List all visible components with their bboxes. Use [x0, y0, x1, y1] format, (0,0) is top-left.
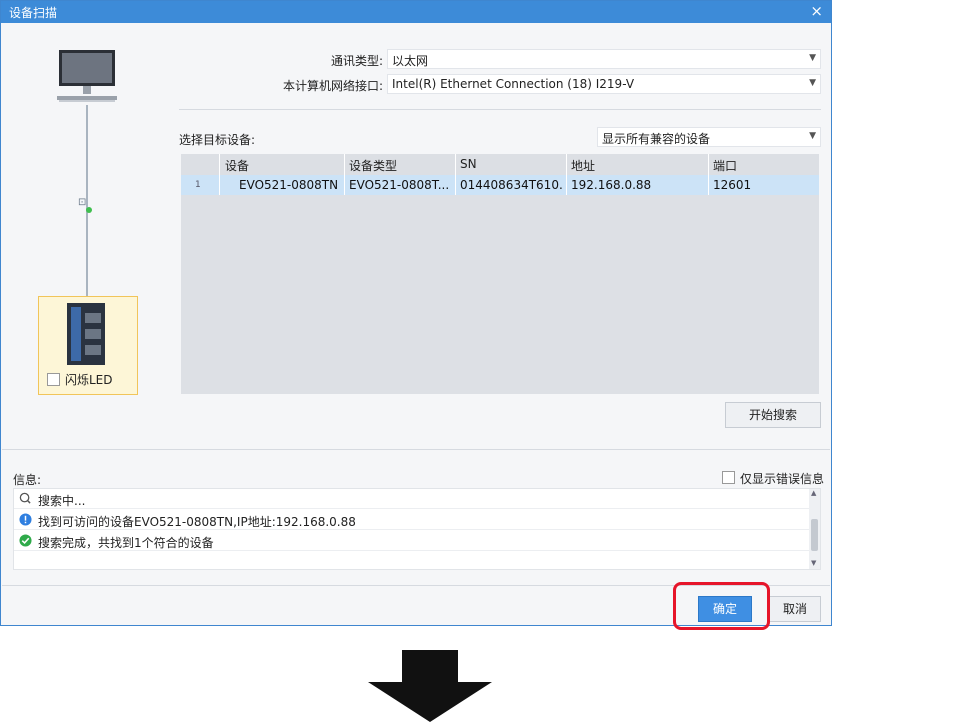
table-header: 设备 设备类型 SN 地址 端口	[181, 154, 819, 175]
only-errors-label: 仅显示错误信息	[740, 472, 825, 486]
column-header-type[interactable]: 设备类型	[349, 157, 397, 174]
cell-device: EVO521-0808TN	[239, 178, 339, 192]
log-text: 搜索完成，共找到1个符合的设备	[38, 536, 214, 550]
info-label: 信息:	[13, 473, 42, 487]
info-icon	[19, 513, 32, 526]
target-device-label: 选择目标设备:	[179, 133, 256, 147]
device-table: 设备 设备类型 SN 地址 端口 1 EVO521-0808TN EVO521-…	[181, 154, 819, 394]
divider	[2, 449, 830, 450]
column-header-port[interactable]: 端口	[713, 157, 737, 174]
computer-icon	[57, 50, 117, 102]
chevron-down-icon: ▼	[809, 131, 816, 141]
divider	[179, 109, 821, 110]
scroll-down-icon[interactable]: ▼	[811, 559, 816, 567]
flash-led-checkbox[interactable]	[47, 373, 60, 386]
window-title: 设备扫描	[9, 6, 58, 20]
flash-led-label: 闪烁LED	[65, 373, 113, 387]
close-icon[interactable]: ×	[810, 2, 823, 20]
cell-port: 12601	[713, 178, 752, 192]
title-bar: 设备扫描 ×	[1, 1, 831, 23]
nic-value: Intel(R) Ethernet Connection (18) I219-V	[392, 77, 635, 91]
check-circle-icon	[19, 534, 32, 547]
link-status-dot	[86, 207, 92, 213]
log-item: 搜索中...	[14, 489, 809, 509]
nic-label: 本计算机网络接口:	[282, 79, 383, 93]
ok-highlight-box	[673, 582, 770, 630]
plc-device-icon	[67, 303, 105, 365]
device-filter-value: 显示所有兼容的设备	[602, 132, 711, 146]
start-search-button[interactable]: 开始搜索	[725, 402, 821, 428]
device-filter-select[interactable]: 显示所有兼容的设备 ▼	[597, 127, 821, 147]
log-panel: 搜索中... 找到可访问的设备EVO521-0808TN,IP地址:192.16…	[13, 488, 821, 570]
search-icon	[19, 492, 32, 505]
cancel-button[interactable]: 取消	[769, 596, 821, 622]
column-header-device[interactable]: 设备	[225, 157, 249, 174]
device-card[interactable]: 闪烁LED	[38, 296, 138, 395]
arrow-down-icon	[368, 650, 492, 722]
chevron-down-icon: ▼	[809, 53, 816, 63]
column-divider	[455, 154, 456, 195]
network-node-icon: ⊡	[78, 197, 87, 208]
column-divider	[708, 154, 709, 195]
chevron-down-icon: ▼	[809, 78, 816, 88]
cell-type: EVO521-0808T...	[349, 178, 450, 192]
log-text: 找到可访问的设备EVO521-0808TN,IP地址:192.168.0.88	[38, 515, 356, 529]
log-item: 搜索完成，共找到1个符合的设备	[14, 531, 809, 551]
nic-select[interactable]: Intel(R) Ethernet Connection (18) I219-V…	[387, 74, 821, 94]
log-item: 找到可访问的设备EVO521-0808TN,IP地址:192.168.0.88	[14, 510, 809, 530]
column-divider	[344, 154, 345, 195]
comm-type-select[interactable]: 以太网 ▼	[387, 49, 821, 69]
comm-type-value: 以太网	[392, 54, 429, 68]
cell-address: 192.168.0.88	[571, 178, 652, 192]
column-divider	[566, 154, 567, 195]
column-header-address[interactable]: 地址	[571, 157, 595, 174]
scroll-up-icon[interactable]: ▲	[811, 489, 816, 497]
topology-panel: ⊡ 闪烁LED	[2, 23, 172, 448]
log-text: 搜索中...	[38, 494, 86, 508]
device-scan-dialog: 设备扫描 × ⊡ 闪烁LED 通讯类型: 以太网 ▼ 本计算机网络接口: Int…	[0, 0, 832, 626]
cell-sn: 014408634T610...	[460, 178, 564, 192]
table-row[interactable]: 1 EVO521-0808TN EVO521-0808T... 01440863…	[181, 175, 819, 195]
row-index: 1	[195, 180, 201, 190]
comm-type-label: 通讯类型:	[330, 54, 383, 68]
scroll-thumb[interactable]	[811, 519, 818, 551]
only-errors-checkbox[interactable]	[722, 471, 735, 484]
log-scrollbar[interactable]: ▲ ▼	[809, 489, 820, 569]
column-divider	[219, 154, 220, 195]
column-header-sn[interactable]: SN	[460, 157, 477, 171]
